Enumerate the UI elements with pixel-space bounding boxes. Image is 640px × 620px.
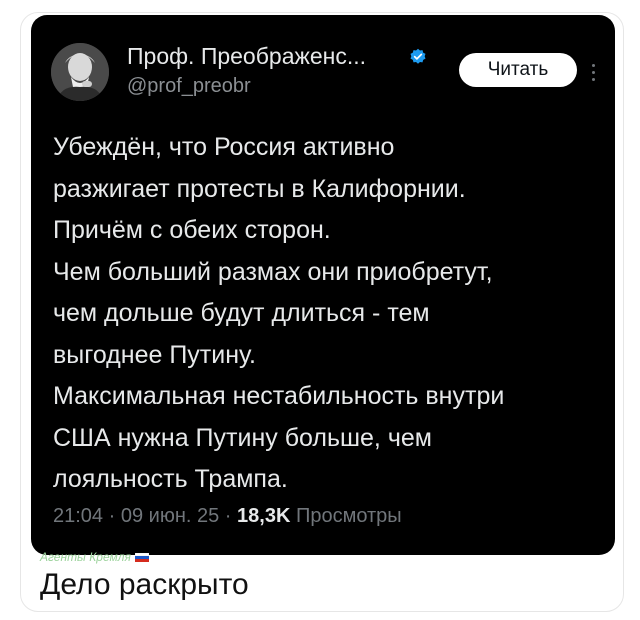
- tweet-text-line: США нужна Путину больше, чем: [53, 423, 432, 452]
- caption-main: Дело раскрыто: [40, 568, 249, 601]
- portrait-avatar-icon: [51, 43, 109, 101]
- tweet-text-line: Максимальная нестабильность внутри: [53, 382, 505, 410]
- follow-button[interactable]: Читать: [459, 53, 577, 87]
- tweet-text-line: выгоднее Путину.: [53, 340, 256, 369]
- tweet-date[interactable]: 09 июн. 25: [121, 505, 219, 527]
- meta-separator: ·: [224, 505, 238, 527]
- caption-small: Агенты Кремля: [40, 550, 149, 564]
- tweet-text-line: разжигает протесты в Калифорнии.: [53, 174, 466, 203]
- tweet-text: Убеждён, что Россия активно разжигает пр…: [53, 127, 613, 501]
- post-frame: Проф. Преображенс... @prof_preobr Читать…: [20, 12, 624, 612]
- tweet-text-line: Чем больший размах они приобретут,: [53, 257, 493, 286]
- verified-badge-icon: [410, 48, 426, 64]
- tweet-text-line: чем дольше будут длиться - тем: [53, 299, 430, 327]
- caption-small-text: Агенты Кремля: [40, 550, 131, 564]
- tweet-text-line: лояльность Трампа.: [53, 465, 288, 493]
- avatar[interactable]: [51, 43, 109, 101]
- tweet-meta: 21:04 · 09 июн. 25 · 18,3K Просмотры: [53, 505, 402, 528]
- views-label: Просмотры: [295, 505, 402, 527]
- tweet-time[interactable]: 21:04: [53, 505, 103, 527]
- views-count: 18,3K: [237, 505, 291, 527]
- user-handle[interactable]: @prof_preobr: [127, 75, 251, 98]
- display-name[interactable]: Проф. Преображенс...: [127, 43, 366, 70]
- tweet-text-line: Убеждён, что Россия активно: [53, 133, 395, 161]
- more-options-icon[interactable]: [585, 57, 601, 87]
- meta-separator: ·: [108, 505, 121, 527]
- russian-flag-icon: [134, 552, 149, 562]
- tweet-screenshot: Проф. Преображенс... @prof_preobr Читать…: [31, 15, 615, 555]
- tweet-text-line: Причём с обеих сторон.: [53, 216, 331, 244]
